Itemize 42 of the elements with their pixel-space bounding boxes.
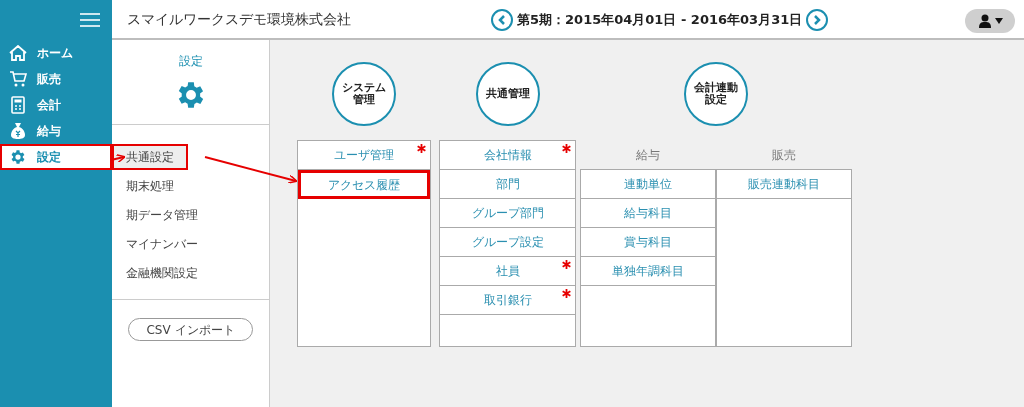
nav-item[interactable]: 会計 <box>0 92 112 118</box>
menu-link[interactable]: 単独年調科目 <box>581 257 715 286</box>
csv-import-button[interactable]: CSV インポート <box>128 318 253 341</box>
menu-link[interactable]: 賞与科目 <box>581 228 715 257</box>
menu-link[interactable]: ユーザ管理 <box>298 141 430 170</box>
nav-item[interactable]: ホーム <box>0 40 112 66</box>
section-heading: 給与 <box>635 146 661 164</box>
menu-link[interactable]: 販売連動科目 <box>717 170 851 199</box>
chevron-right-icon <box>812 15 823 25</box>
menu-icon[interactable] <box>80 13 100 27</box>
fiscal-period: 第5期：2015年04月01日 - 2016年03月31日 <box>517 11 803 30</box>
money-bag-icon <box>9 122 27 140</box>
menu-link[interactable]: グループ設定 <box>440 228 575 257</box>
next-period-button[interactable] <box>806 9 829 31</box>
menu-link[interactable]: 給与科目 <box>581 199 715 228</box>
menu-link[interactable]: 部門 <box>440 170 575 199</box>
user-icon <box>977 14 992 28</box>
nav-item[interactable]: 販売 <box>0 66 112 92</box>
settings-menu-item[interactable]: マイナンバー <box>112 231 212 257</box>
settings-menu-item[interactable]: 金融機関設定 <box>112 260 212 286</box>
settings-menu-item[interactable]: 期データ管理 <box>112 202 212 228</box>
nav-item[interactable]: 設定 <box>0 144 112 170</box>
menu-link[interactable]: 連動単位 <box>581 170 715 199</box>
settings-menu-item[interactable]: 共通設定 <box>112 144 188 170</box>
company-name: スマイルワークスデモ環境株式会社 <box>127 9 351 29</box>
panel-title: 設定 <box>178 53 203 70</box>
menu-link[interactable]: グループ部門 <box>440 199 575 228</box>
gear-icon <box>9 148 27 166</box>
chevron-left-icon <box>497 15 507 25</box>
menu-link[interactable]: 取引銀行 <box>440 286 575 315</box>
user-menu-button[interactable] <box>965 9 1015 33</box>
cart-icon <box>9 71 27 87</box>
menu-link[interactable]: 会社情報 <box>440 141 575 170</box>
menu-link[interactable]: アクセス履歴 <box>298 170 430 199</box>
caret-icon <box>994 18 1003 24</box>
previous-period-button[interactable] <box>491 9 513 31</box>
nav-item[interactable]: 給与 <box>0 118 112 144</box>
home-icon <box>9 45 27 61</box>
section-heading: 販売 <box>771 146 797 164</box>
menu-link[interactable]: 社員 <box>440 257 575 286</box>
calculator-icon <box>9 96 27 114</box>
settings-menu-item[interactable]: 期末処理 <box>112 173 188 199</box>
